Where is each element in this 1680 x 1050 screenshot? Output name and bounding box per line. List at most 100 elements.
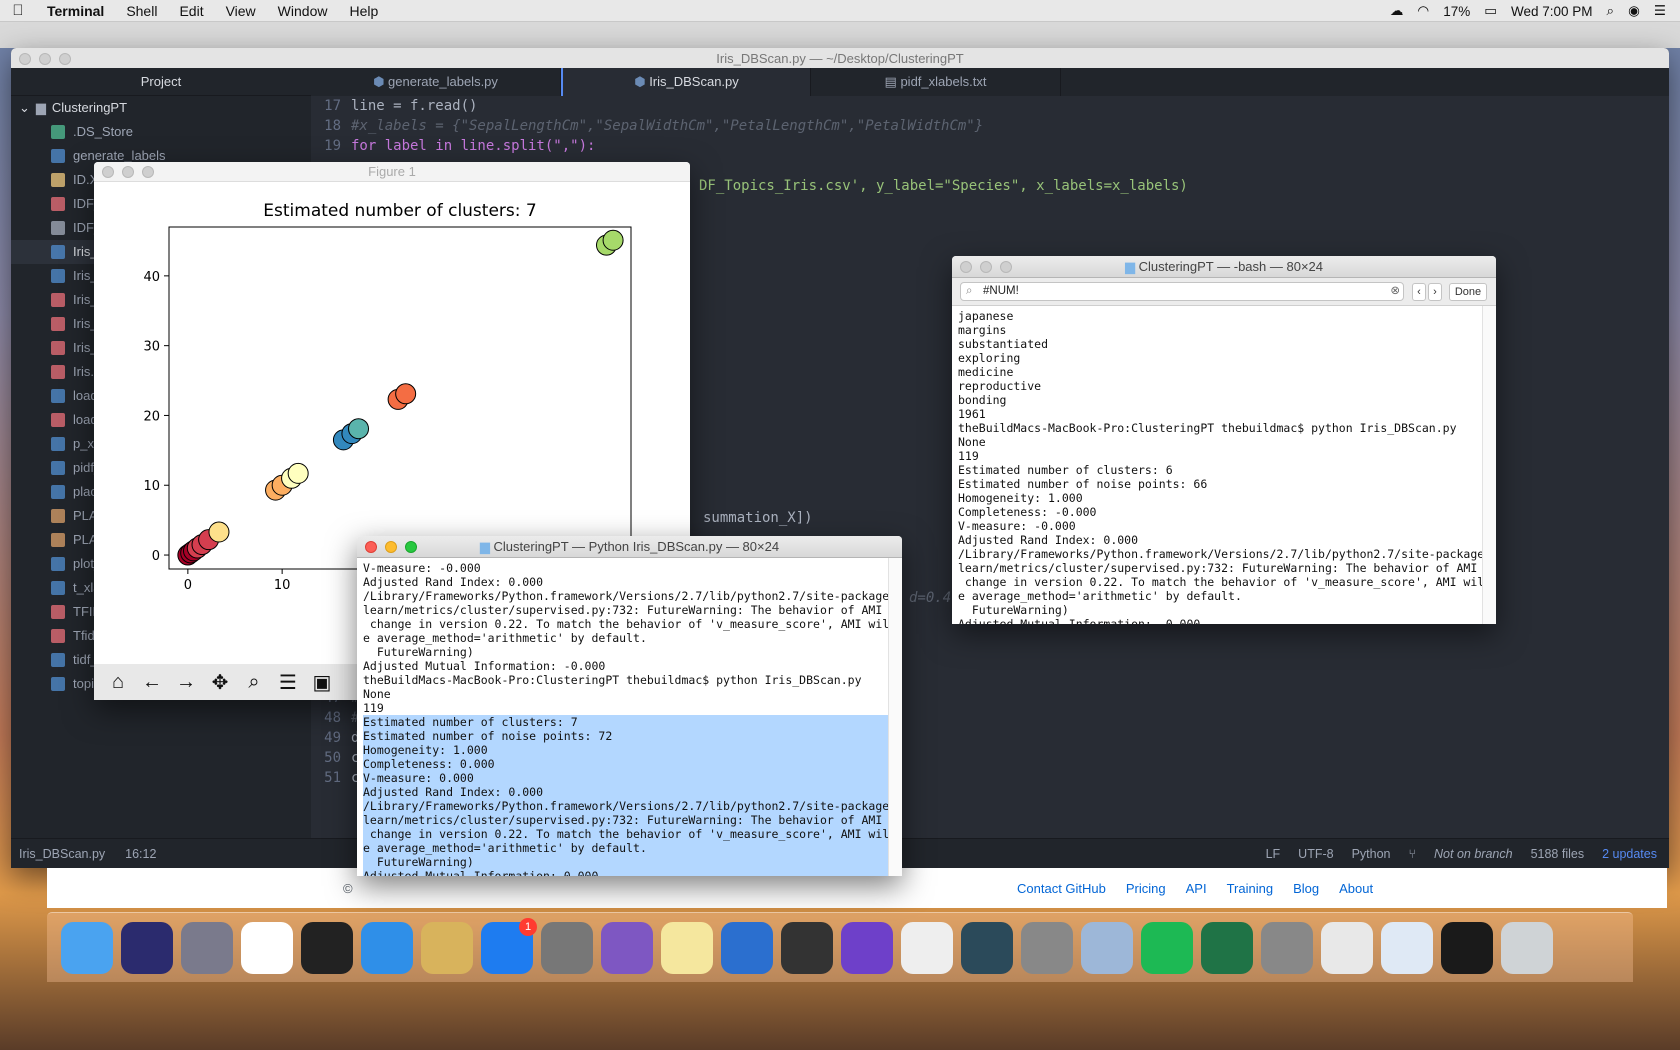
menu-app-name[interactable]: Terminal — [36, 3, 115, 19]
tab-generate-labels[interactable]: ⬢ generate_labels.py — [311, 68, 561, 96]
folder-icon: ▆ — [35, 100, 46, 115]
find-previous-button[interactable]: ‹ — [1412, 283, 1426, 301]
terminal-line: V-measure: -0.000 — [958, 519, 1076, 533]
link-pricing[interactable]: Pricing — [1126, 881, 1166, 896]
spreadsheet-icon[interactable] — [1381, 921, 1433, 974]
close-button[interactable] — [365, 541, 377, 553]
zoom-button[interactable] — [142, 166, 154, 178]
menu-edit[interactable]: Edit — [168, 3, 214, 19]
finder-icon[interactable] — [61, 921, 113, 974]
terminal-scrollbar[interactable] — [1482, 306, 1496, 624]
chart-title: Estimated number of clusters: 7 — [263, 201, 536, 221]
status-files[interactable]: 5188 files — [1531, 847, 1585, 861]
screen-icon[interactable] — [1441, 921, 1493, 974]
unity-icon[interactable] — [781, 921, 833, 974]
close-button[interactable] — [960, 261, 972, 273]
link-training[interactable]: Training — [1227, 881, 1273, 896]
visual-studio-icon[interactable] — [601, 921, 653, 974]
status-file-name[interactable]: Iris_DBScan.py — [19, 847, 105, 861]
link-api[interactable]: API — [1186, 881, 1207, 896]
find-input[interactable]: ⌕ #NUM! ⊗ — [960, 282, 1404, 301]
terminal-scrollbar[interactable] — [888, 558, 902, 876]
safari-icon[interactable] — [361, 921, 413, 974]
tree-root-folder[interactable]: ⌄ ▆ ClusteringPT — [11, 96, 311, 120]
terminal-line: /Library/Frameworks/Python.framework/Ver… — [958, 547, 1496, 561]
menu-shell[interactable]: Shell — [115, 3, 168, 19]
minimize-button[interactable] — [122, 166, 134, 178]
status-line-ending[interactable]: LF — [1266, 847, 1281, 861]
status-encoding[interactable]: UTF-8 — [1298, 847, 1333, 861]
back-arrow-icon[interactable]: ← — [138, 668, 166, 696]
tab-label: generate_labels.py — [388, 74, 498, 89]
menu-help[interactable]: Help — [338, 3, 389, 19]
file-icon — [51, 125, 65, 139]
rocket2-icon[interactable] — [1261, 921, 1313, 974]
app-store-icon[interactable]: 1 — [481, 917, 537, 974]
xcode-icon[interactable] — [721, 921, 773, 974]
menu-window[interactable]: Window — [267, 3, 339, 19]
minimize-button[interactable] — [39, 53, 51, 65]
close-button[interactable] — [102, 166, 114, 178]
textedit-icon[interactable] — [901, 921, 953, 974]
link-blog[interactable]: Blog — [1293, 881, 1319, 896]
zoom-button[interactable] — [405, 541, 417, 553]
terminal-output[interactable]: japanese margins substantiated exploring med… — [952, 306, 1496, 624]
wifi-icon[interactable]: ◠ — [1417, 3, 1429, 19]
status-updates[interactable]: 2 updates — [1602, 847, 1657, 861]
code-line: summation_X]) — [703, 508, 813, 528]
link-contact-github[interactable]: Contact GitHub — [1017, 881, 1106, 896]
configure-subplots-icon[interactable]: ☰ — [274, 668, 302, 696]
spotlight-icon[interactable]: ⌕ — [1607, 3, 1615, 19]
document-icon[interactable] — [1321, 921, 1373, 974]
atom-icon[interactable] — [961, 921, 1013, 974]
save-icon[interactable]: ▣ — [308, 668, 336, 696]
terminal-output[interactable]: V-measure: -0.000 Adjusted Rand Index: 0.… — [357, 558, 902, 876]
forward-arrow-icon[interactable]: → — [172, 668, 200, 696]
zoom-button[interactable] — [1000, 261, 1012, 273]
launchpad-icon[interactable] — [181, 921, 233, 974]
terminal-icon[interactable] — [301, 921, 353, 974]
trash-icon[interactable] — [1501, 921, 1553, 974]
pan-icon[interactable]: ✥ — [206, 668, 234, 696]
status-grammar[interactable]: Python — [1352, 847, 1391, 861]
minimize-button[interactable] — [980, 261, 992, 273]
find-next-button[interactable]: › — [1428, 283, 1442, 301]
excel-icon[interactable] — [1201, 921, 1253, 974]
terminal-line: Adjusted Mutual Information: 0.000 — [363, 869, 896, 876]
apple-menu-icon[interactable]:  — [0, 2, 36, 19]
system-preferences-icon[interactable] — [541, 921, 593, 974]
tab-iris-dbscan[interactable]: ⬢ Iris_DBScan.py — [561, 68, 811, 96]
spotify-icon[interactable] — [1141, 921, 1193, 974]
battery-percent[interactable]: 17% — [1443, 4, 1470, 19]
file-icon — [51, 221, 65, 235]
chrome-icon[interactable] — [241, 921, 293, 974]
github-icon[interactable] — [841, 921, 893, 974]
menu-clock[interactable]: Wed 7:00 PM — [1511, 4, 1593, 19]
menu-view[interactable]: View — [215, 3, 267, 19]
sequel-icon[interactable] — [421, 921, 473, 974]
tab-pidf-xlabels[interactable]: ▤ pidf_xlabels.txt — [811, 68, 1061, 96]
rocket-icon[interactable] — [1021, 921, 1073, 974]
minimize-button[interactable] — [385, 541, 397, 553]
y-tick-label: 30 — [143, 340, 160, 355]
preview-icon[interactable] — [1081, 921, 1133, 974]
find-done-button[interactable]: Done — [1449, 283, 1487, 301]
python-icon: ⬢ — [373, 74, 389, 89]
terminal-line: Estimated number of noise points: 66 — [958, 477, 1208, 491]
clear-search-icon[interactable]: ⊗ — [1390, 283, 1400, 300]
zoom-button[interactable] — [59, 53, 71, 65]
notes-icon[interactable] — [661, 921, 713, 974]
notification-center-icon[interactable]: ☰ — [1654, 3, 1666, 19]
home-icon[interactable]: ⌂ — [104, 668, 132, 696]
zoom-icon[interactable]: ⌕ — [240, 668, 268, 696]
line-number: 48 — [324, 710, 341, 726]
status-cursor-position[interactable]: 16:12 — [125, 847, 156, 861]
siri-menu-icon[interactable]: ◉ — [1628, 3, 1640, 19]
tree-item[interactable]: .DS_Store — [11, 120, 311, 144]
status-branch[interactable]: Not on branch — [1434, 847, 1513, 861]
creative-cloud-icon[interactable]: ☁ — [1390, 3, 1404, 19]
terminal-line: theBuildMacs-MacBook-Pro:ClusteringPT th… — [363, 673, 862, 687]
siri-icon[interactable] — [121, 921, 173, 974]
link-about[interactable]: About — [1339, 881, 1373, 896]
close-button[interactable] — [19, 53, 31, 65]
